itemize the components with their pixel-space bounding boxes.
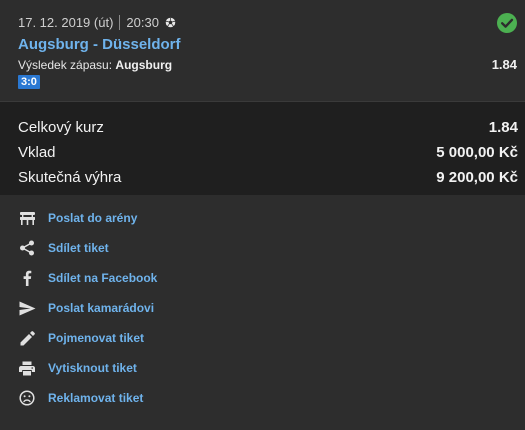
send-to-friend-button[interactable]: Poslat kamarádovi: [18, 298, 154, 318]
facebook-icon: [18, 269, 36, 287]
action-label-facebook: Sdílet na Facebook: [48, 271, 158, 285]
stake-row: Vklad 5 000,00 Kč: [18, 144, 518, 161]
action-label-print: Vytisknout tiket: [48, 361, 137, 375]
meta-divider: [119, 15, 121, 30]
print-ticket-button[interactable]: Vytisknout tiket: [18, 358, 137, 378]
pencil-icon: [18, 329, 36, 347]
action-label-friend: Poslat kamarádovi: [48, 301, 155, 315]
send-icon: [18, 299, 36, 317]
send-to-arena-button[interactable]: Poslat do arény: [18, 208, 137, 228]
win-row: Skutečná výhra 9 200,00 Kč: [18, 169, 518, 186]
win-label: Skutečná výhra: [18, 169, 122, 186]
market-line: Výsledek zápasu: Augsburg: [18, 58, 172, 72]
sad-face-icon: [18, 389, 36, 407]
printer-icon: [18, 359, 36, 377]
action-label-rename: Pojmenovat tiket: [48, 331, 145, 345]
bet-meta: 17. 12. 2019 (út) 20:30: [18, 15, 176, 30]
match-name-link[interactable]: Augsburg - Düsseldorf: [18, 36, 181, 53]
arena-icon: [18, 209, 36, 227]
selection-odd: 1.84: [491, 57, 517, 72]
check-circle-icon: [496, 12, 518, 39]
action-label-claim: Reklamovat tiket: [48, 391, 144, 405]
total-odds-value: 1.84: [488, 119, 518, 136]
rename-ticket-button[interactable]: Pojmenovat tiket: [18, 328, 144, 348]
selection-name: Augsburg: [115, 58, 173, 72]
share-facebook-button[interactable]: Sdílet na Facebook: [18, 268, 157, 288]
market-label: Výsledek zápasu:: [18, 58, 113, 72]
match-date: 17. 12. 2019 (út): [18, 15, 114, 30]
ticket-summary: Celkový kurz 1.84 Vklad 5 000,00 Kč Skut…: [0, 101, 525, 195]
action-label-share: Sdílet tiket: [48, 241, 109, 255]
share-ticket-button[interactable]: Sdílet tiket: [18, 238, 109, 258]
total-odds-label: Celkový kurz: [18, 119, 104, 136]
match-time: 20:30: [126, 15, 159, 30]
total-odds-row: Celkový kurz 1.84: [18, 119, 518, 136]
stake-value: 5 000,00 Kč: [436, 144, 518, 161]
action-label-arena: Poslat do arény: [48, 211, 138, 225]
share-icon: [18, 239, 36, 257]
claim-ticket-button[interactable]: Reklamovat tiket: [18, 388, 143, 408]
bet-item: 17. 12. 2019 (út) 20:30 Augsburg - Düsse…: [0, 0, 525, 100]
stake-label: Vklad: [18, 144, 56, 161]
win-value: 9 200,00 Kč: [436, 169, 518, 186]
soccer-ball-icon: [165, 17, 176, 28]
score-badge: 3:0: [18, 75, 40, 89]
